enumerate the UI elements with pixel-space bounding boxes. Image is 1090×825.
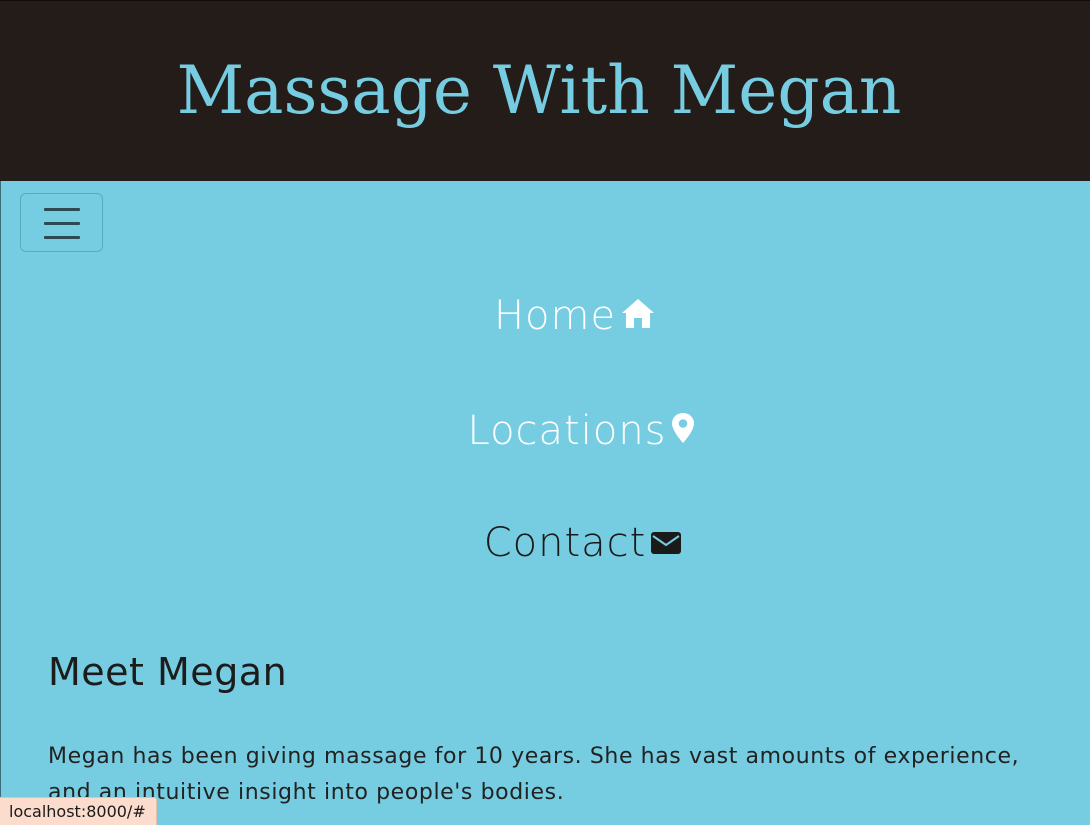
hamburger-icon [44, 236, 80, 239]
nav-link-locations[interactable]: Locations [1, 407, 1090, 455]
about-paragraph: Megan has been giving massage for 10 yea… [48, 744, 1020, 805]
map-marker-icon [671, 408, 695, 454]
about-heading: Meet Megan [48, 650, 288, 694]
main-content: Home Locations Contact Meet Megan Megan … [0, 181, 1090, 825]
nav-link-contact[interactable]: Contact [1, 519, 1090, 567]
hamburger-icon [44, 208, 80, 211]
hamburger-icon [44, 222, 80, 225]
home-icon [620, 293, 656, 339]
nav-link-home[interactable]: Home [1, 292, 1090, 340]
envelope-icon [650, 520, 682, 566]
site-title[interactable]: Massage With Megan [0, 53, 1078, 129]
site-header: Massage With Megan [0, 0, 1090, 181]
browser-status-url: localhost:8000/# [0, 797, 157, 825]
navbar-toggle-button[interactable] [20, 193, 103, 252]
nav-link-label: Contact [483, 520, 647, 566]
nav-link-label: Locations [467, 408, 667, 454]
nav-link-label: Home [493, 293, 617, 339]
